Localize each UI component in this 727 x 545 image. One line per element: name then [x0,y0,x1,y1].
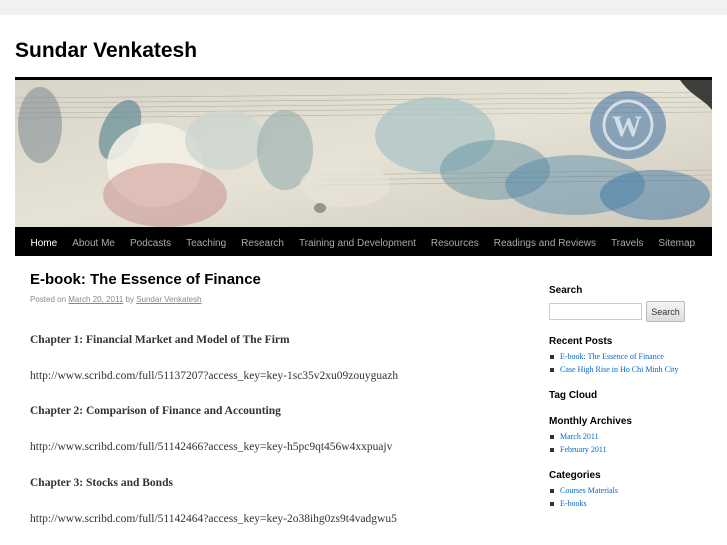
by-label: by [125,295,134,304]
svg-text:W: W [612,110,642,143]
chapter-link: http://www.scribd.com/full/51142464?acce… [30,513,397,525]
nav-link[interactable]: Research [241,238,284,249]
site-title[interactable]: Sundar Venkatesh [15,39,197,63]
search-button[interactable]: Search [646,301,685,322]
chapter-heading: Chapter 3: Stocks and Bonds [30,477,173,489]
nav-link[interactable]: Sitemap [658,238,695,249]
post-content-area: E-book: The Essence of Finance Posted on… [30,271,510,525]
main-navigation: Home About Me Podcasts Teaching Research… [15,227,712,256]
post-meta: Posted on March 20, 2011 by Sundar Venka… [30,295,510,304]
categories-title: Categories [549,470,601,481]
nav-link[interactable]: Training and Development [299,238,416,249]
post-author-link[interactable]: Sundar Venkatesh [136,295,201,304]
nav-item-about-me[interactable]: About Me [72,233,115,251]
categories-list: Courses Materials E-books [549,484,618,510]
nav-item-sitemap[interactable]: Sitemap [658,233,695,251]
archives-list: March 2011 February 2011 [549,430,607,456]
chapter-heading: Chapter 2: Comparison of Finance and Acc… [30,405,281,417]
archive-link[interactable]: March 2011 [549,430,607,443]
post-title[interactable]: E-book: The Essence of Finance [30,271,510,288]
nav-link[interactable]: Teaching [186,238,226,249]
nav-link[interactable]: Home [31,238,58,249]
tag-cloud-title: Tag Cloud [549,390,598,401]
nav-item-travels[interactable]: Travels [611,233,643,251]
archive-link[interactable]: February 2011 [549,443,607,456]
recent-post-link[interactable]: E-book: The Essence of Finance [549,350,678,363]
header-banner-image: W [15,80,712,227]
recent-post-link[interactable]: Case High Rise in Ho Chi Minh City [549,363,678,376]
posted-on-label: Posted on [30,295,67,304]
nav-link[interactable]: Readings and Reviews [494,238,596,249]
monthly-archives-title: Monthly Archives [549,416,632,427]
chapter-link: http://www.scribd.com/full/51137207?acce… [30,370,399,382]
nav-link[interactable]: Travels [611,238,643,249]
nav-link[interactable]: About Me [72,238,115,249]
nav-item-training-and-development[interactable]: Training and Development [299,233,416,251]
nav-item-teaching[interactable]: Teaching [186,233,226,251]
chapter-link: http://www.scribd.com/full/51142466?acce… [30,441,393,453]
nav-item-research[interactable]: Research [241,233,284,251]
nav-item-readings-and-reviews[interactable]: Readings and Reviews [494,233,596,251]
search-input[interactable] [549,303,642,320]
nav-item-podcasts[interactable]: Podcasts [130,233,171,251]
category-link[interactable]: E-books [549,497,618,510]
chapter-heading: Chapter 1: Financial Market and Model of… [30,334,290,346]
nav-link[interactable]: Resources [431,238,479,249]
nav-item-resources[interactable]: Resources [431,233,479,251]
search-widget-title: Search [549,285,583,296]
category-link[interactable]: Courses Materials [549,484,618,497]
post-date-link[interactable]: March 20, 2011 [68,295,123,304]
nav-item-home[interactable]: Home [31,233,58,251]
recent-posts-title: Recent Posts [549,336,613,347]
recent-posts-list: E-book: The Essence of Finance Case High… [549,350,678,376]
nav-link[interactable]: Podcasts [130,238,171,249]
